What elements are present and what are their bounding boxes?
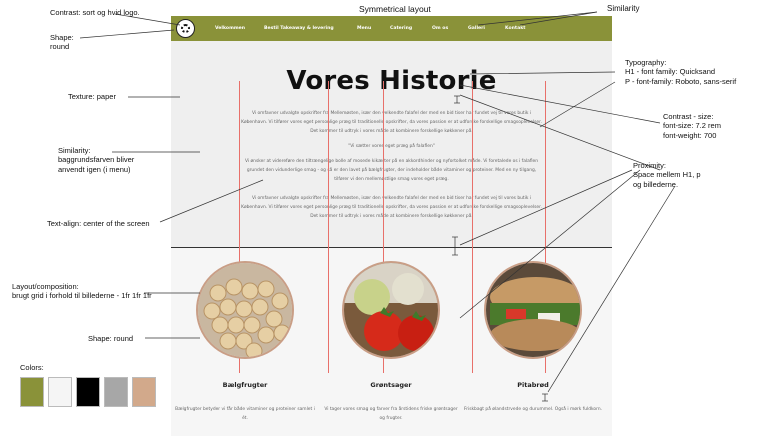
annotation-line: Layout/composition:	[12, 282, 79, 291]
annotation-line: Shape:	[50, 33, 74, 42]
annotation-line: Space mellem H1, p	[633, 170, 701, 180]
annotation-line: Similarity:	[58, 146, 91, 155]
annotation-contrast-size: Contrast - size: font-size: 7.2 rem font…	[663, 112, 721, 140]
annotation-line: font-size: 7.2 rem	[663, 121, 721, 131]
annotation-proximity: Proximity: Space mellem H1, p og billede…	[633, 161, 701, 189]
annotation-text-align: Text-align: center of the screen	[47, 219, 150, 228]
annotation-contrast-logo: Contrast: sort og hvid logo.	[50, 8, 140, 17]
annotation-layout: Layout/composition: brugt grid i forhold…	[12, 282, 152, 301]
color-swatch-white	[48, 377, 72, 407]
annotation-line: Proximity:	[633, 161, 666, 170]
color-swatch-black	[76, 377, 100, 407]
annotation-line: round	[50, 42, 70, 52]
color-swatch-olive	[20, 377, 44, 407]
annotation-shape-logo: Shape: round	[50, 33, 74, 52]
annotation-symmetrical: Symmetrical layout	[359, 4, 431, 14]
annotation-similarity-bg: Similarity: baggrundsfarven bliver anven…	[58, 146, 134, 174]
annotation-texture: Texture: paper	[68, 92, 116, 101]
annotation-line: Typography:	[625, 58, 667, 67]
annotation-line: og billederne.	[633, 179, 679, 189]
annotation-colors: Colors:	[20, 363, 44, 372]
annotation-line: H1 - font family: Quicksand	[625, 67, 716, 77]
color-swatch-grey	[104, 377, 128, 407]
annotation-line: anvendt igen (i menu)	[58, 164, 131, 174]
color-swatch-tan	[132, 377, 156, 407]
annotation-line: Contrast - size:	[663, 112, 714, 121]
annotation-similarity-top: Similarity	[607, 4, 640, 13]
annotation-line: font-weight: 700	[663, 130, 717, 140]
annotation-line: P - font-family: Roboto, sans-serif	[625, 76, 737, 86]
annotation-line: brugt grid i forhold til billederne - 1f…	[12, 291, 152, 301]
annotation-shape-img: Shape: round	[88, 334, 134, 343]
annotation-line: baggrundsfarven bliver	[58, 155, 135, 165]
annotation-typography: Typography: H1 - font family: Quicksand …	[625, 58, 736, 86]
